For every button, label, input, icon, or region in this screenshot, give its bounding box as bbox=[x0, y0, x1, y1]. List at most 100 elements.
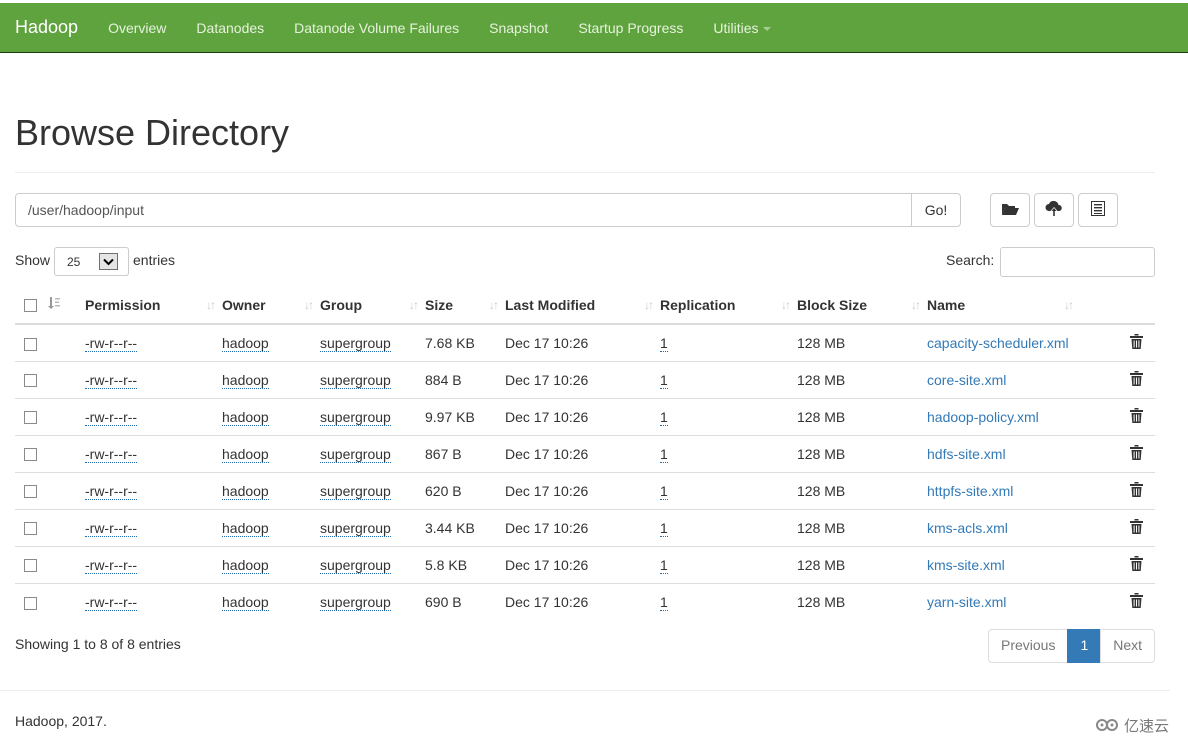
sort-both-icon: ↓↑ bbox=[1064, 298, 1074, 312]
owner-value[interactable]: hadoop bbox=[222, 519, 269, 537]
group-value[interactable]: supergroup bbox=[320, 593, 391, 611]
nav-datanode-volume-failures[interactable]: Datanode Volume Failures bbox=[279, 20, 474, 36]
replication-value[interactable]: 1 bbox=[660, 334, 668, 352]
replication-value[interactable]: 1 bbox=[660, 445, 668, 463]
file-name-link[interactable]: capacity-scheduler.xml bbox=[927, 335, 1069, 351]
size-cell: 9.97 KB bbox=[425, 397, 505, 435]
trash-icon[interactable] bbox=[1130, 592, 1143, 611]
trash-icon[interactable] bbox=[1130, 333, 1143, 352]
last-modified-cell: Dec 17 10:26 bbox=[505, 360, 660, 398]
file-name-link[interactable]: yarn-site.xml bbox=[927, 594, 1006, 610]
permission-value[interactable]: -rw-r--r-- bbox=[85, 408, 138, 426]
table-row: -rw-r--r-- hadoop supergroup 884 B Dec 17 10… bbox=[15, 360, 1155, 398]
column-block-size[interactable]: Block Size ↓↑ bbox=[797, 286, 927, 325]
nav-startup-progress[interactable]: Startup Progress bbox=[563, 20, 698, 36]
nav-overview[interactable]: Overview bbox=[93, 20, 181, 36]
owner-value[interactable]: hadoop bbox=[222, 408, 269, 426]
replication-cell: 1 bbox=[660, 324, 797, 361]
owner-cell: hadoop bbox=[222, 582, 320, 620]
permission-value[interactable]: -rw-r--r-- bbox=[85, 371, 138, 389]
upload-button[interactable] bbox=[1034, 193, 1074, 227]
group-value[interactable]: supergroup bbox=[320, 371, 391, 389]
group-value[interactable]: supergroup bbox=[320, 408, 391, 426]
cut-paste-button[interactable] bbox=[1078, 193, 1118, 227]
next-page-button[interactable]: Next bbox=[1100, 629, 1156, 663]
permission-value[interactable]: -rw-r--r-- bbox=[85, 445, 138, 463]
column-replication[interactable]: Replication ↓↑ bbox=[660, 286, 797, 325]
trash-icon[interactable] bbox=[1130, 407, 1143, 426]
row-checkbox[interactable] bbox=[24, 411, 37, 425]
row-checkbox[interactable] bbox=[24, 559, 37, 573]
group-value[interactable]: supergroup bbox=[320, 556, 391, 574]
replication-value[interactable]: 1 bbox=[660, 556, 668, 574]
select-all-checkbox[interactable] bbox=[24, 299, 37, 313]
row-checkbox[interactable] bbox=[24, 522, 37, 536]
trash-icon[interactable] bbox=[1130, 370, 1143, 389]
column-last-modified[interactable]: Last Modified ↓↑ bbox=[505, 286, 660, 325]
group-value[interactable]: supergroup bbox=[320, 334, 391, 352]
column-owner[interactable]: Owner ↓↑ bbox=[222, 286, 320, 325]
nav-utilities[interactable]: Utilities bbox=[698, 20, 785, 36]
column-permission[interactable]: Permission ↓↑ bbox=[85, 286, 222, 325]
replication-value[interactable]: 1 bbox=[660, 593, 668, 611]
sort-order-header[interactable] bbox=[47, 286, 85, 325]
delete-cell bbox=[1118, 397, 1155, 435]
column-label: Name bbox=[927, 296, 966, 313]
file-name-link[interactable]: hadoop-policy.xml bbox=[927, 409, 1039, 425]
file-name-link[interactable]: hdfs-site.xml bbox=[927, 446, 1006, 462]
show-label: Show bbox=[15, 252, 51, 268]
navbar-brand[interactable]: Hadoop bbox=[0, 17, 93, 38]
trash-icon[interactable] bbox=[1130, 481, 1143, 500]
group-value[interactable]: supergroup bbox=[320, 519, 391, 537]
file-name-link[interactable]: core-site.xml bbox=[927, 372, 1006, 388]
search-input[interactable] bbox=[1000, 247, 1155, 277]
page-1-button[interactable]: 1 bbox=[1067, 629, 1102, 663]
row-checkbox[interactable] bbox=[24, 485, 37, 499]
previous-page-button[interactable]: Previous bbox=[988, 629, 1069, 663]
file-name-link[interactable]: kms-acls.xml bbox=[927, 520, 1008, 536]
create-directory-button[interactable] bbox=[990, 193, 1030, 227]
row-checkbox[interactable] bbox=[24, 337, 37, 351]
delete-cell bbox=[1118, 582, 1155, 620]
replication-value[interactable]: 1 bbox=[660, 519, 668, 537]
replication-value[interactable]: 1 bbox=[660, 371, 668, 389]
owner-value[interactable]: hadoop bbox=[222, 556, 269, 574]
row-select-cell bbox=[15, 434, 47, 472]
permission-value[interactable]: -rw-r--r-- bbox=[85, 334, 138, 352]
replication-value[interactable]: 1 bbox=[660, 408, 668, 426]
permission-value[interactable]: -rw-r--r-- bbox=[85, 593, 138, 611]
group-value[interactable]: supergroup bbox=[320, 445, 391, 463]
column-name[interactable]: Name ↓↑ bbox=[927, 286, 1118, 325]
column-group[interactable]: Group ↓↑ bbox=[320, 286, 425, 325]
file-name-link[interactable]: kms-site.xml bbox=[927, 557, 1005, 573]
owner-cell: hadoop bbox=[222, 508, 320, 546]
sort-both-icon: ↓↑ bbox=[911, 298, 921, 312]
pagination: Previous 1 Next bbox=[988, 629, 1156, 663]
group-value[interactable]: supergroup bbox=[320, 482, 391, 500]
table-row: -rw-r--r-- hadoop supergroup 7.68 KB Dec 17 … bbox=[15, 324, 1155, 361]
trash-icon[interactable] bbox=[1130, 555, 1143, 574]
nav-snapshot[interactable]: Snapshot bbox=[474, 20, 563, 36]
permission-value[interactable]: -rw-r--r-- bbox=[85, 482, 138, 500]
column-size[interactable]: Size ↓↑ bbox=[425, 286, 505, 325]
nav-datanodes[interactable]: Datanodes bbox=[181, 20, 279, 36]
trash-icon[interactable] bbox=[1130, 444, 1143, 463]
permission-value[interactable]: -rw-r--r-- bbox=[85, 519, 138, 537]
page-length-select[interactable]: 25 bbox=[54, 247, 129, 276]
owner-value[interactable]: hadoop bbox=[222, 445, 269, 463]
file-name-link[interactable]: httpfs-site.xml bbox=[927, 483, 1013, 499]
go-button[interactable]: Go! bbox=[912, 193, 961, 227]
owner-value[interactable]: hadoop bbox=[222, 334, 269, 352]
owner-value[interactable]: hadoop bbox=[222, 482, 269, 500]
owner-value[interactable]: hadoop bbox=[222, 593, 269, 611]
sort-amount-icon bbox=[47, 297, 61, 313]
replication-value[interactable]: 1 bbox=[660, 482, 668, 500]
permission-value[interactable]: -rw-r--r-- bbox=[85, 556, 138, 574]
row-checkbox[interactable] bbox=[24, 596, 37, 610]
owner-value[interactable]: hadoop bbox=[222, 371, 269, 389]
group-cell: supergroup bbox=[320, 434, 425, 472]
row-checkbox[interactable] bbox=[24, 374, 37, 388]
directory-path-input[interactable] bbox=[15, 193, 912, 227]
row-checkbox[interactable] bbox=[24, 448, 37, 462]
trash-icon[interactable] bbox=[1130, 518, 1143, 537]
